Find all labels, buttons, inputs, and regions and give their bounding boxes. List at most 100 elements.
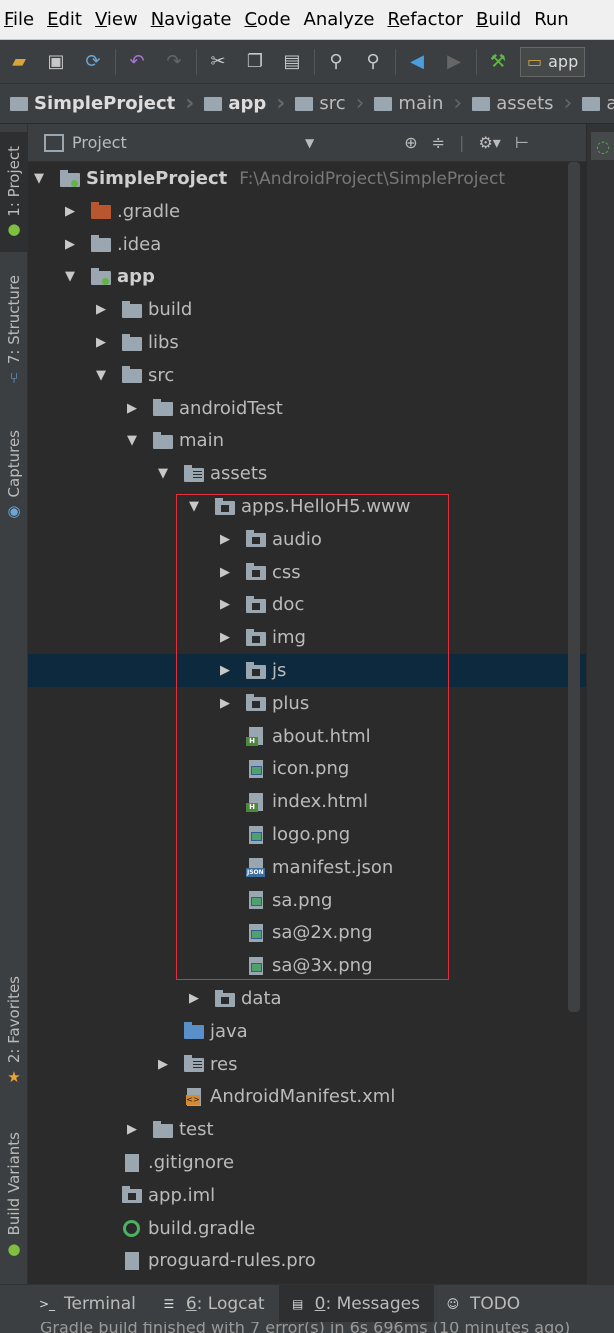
expand-arrow-down-icon[interactable]: ▼ <box>32 171 46 186</box>
paste-icon[interactable]: ▤ <box>277 47 307 77</box>
tree-row[interactable]: ▶ css <box>28 556 568 589</box>
expand-arrow-right-icon[interactable]: ▶ <box>187 991 201 1006</box>
tab-project[interactable]: 1: Project ● <box>0 132 28 252</box>
expand-arrow-right-icon[interactable]: ▶ <box>218 532 232 547</box>
expand-arrow-right-icon[interactable]: ▶ <box>156 1057 170 1072</box>
tree-row[interactable]: ▶ doc <box>28 588 568 621</box>
scroll-from-source-icon[interactable]: ⊕ <box>404 133 417 152</box>
tree-row[interactable]: ▶sa.png <box>28 884 568 917</box>
expand-arrow-right-icon[interactable]: ▶ <box>218 696 232 711</box>
tree-row[interactable]: ▶app.iml <box>28 1179 568 1212</box>
tree-row[interactable]: ▼ assets <box>28 457 568 490</box>
tree-row[interactable]: ▶ audio <box>28 523 568 556</box>
open-folder-icon[interactable]: ▰ <box>4 47 34 77</box>
expand-arrow-right-icon[interactable]: ▶ <box>218 597 232 612</box>
tree-row[interactable]: ▶logo.png <box>28 818 568 851</box>
menu-item[interactable]: Run <box>530 9 578 30</box>
breadcrumb-item[interactable]: app <box>572 93 614 114</box>
tree-row[interactable]: ▼ app <box>28 260 568 293</box>
expand-arrow-right-icon[interactable]: ▶ <box>125 1122 139 1137</box>
menu-item[interactable]: View <box>91 9 147 30</box>
tree-row[interactable]: ▼ SimpleProject F:\AndroidProject\SimplePr… <box>28 162 568 195</box>
tab-build-variants[interactable]: Build Variants ● <box>0 1120 28 1270</box>
breadcrumb-item[interactable]: app › <box>194 91 285 116</box>
tree-row[interactable]: ▶ .idea <box>28 228 568 261</box>
tree-row[interactable]: ▶ androidTest <box>28 392 568 425</box>
menu-item[interactable]: Refactor <box>383 9 472 30</box>
make-project-icon[interactable]: ⚒ <box>483 47 513 77</box>
breadcrumb-item[interactable]: SimpleProject › <box>0 91 194 116</box>
expand-arrow-right-icon[interactable]: ▶ <box>218 630 232 645</box>
forward-icon[interactable]: ▶ <box>439 47 469 77</box>
bottom-tab[interactable]: ▤ 0: Messages <box>278 1284 434 1323</box>
bottom-tab[interactable]: ☰ 6: Logcat <box>150 1285 279 1323</box>
tree-row[interactable]: ▶ plus <box>28 687 568 720</box>
tab-structure[interactable]: 7: Structure ⑂ <box>0 266 28 396</box>
expand-arrow-down-icon[interactable]: ▼ <box>94 368 108 383</box>
tree-row[interactable]: ▶Hindex.html <box>28 785 568 818</box>
undo-icon[interactable]: ↶ <box>122 47 152 77</box>
tree-row[interactable]: ▶JSONmanifest.json <box>28 851 568 884</box>
tree-row[interactable]: ▶ res <box>28 1048 568 1081</box>
replace-icon[interactable]: ⚲ <box>358 47 388 77</box>
chevron-down-icon[interactable]: ▼ <box>305 136 314 150</box>
run-configuration-selector[interactable]: ▭ app <box>520 46 586 77</box>
expand-arrow-right-icon[interactable]: ▶ <box>63 237 77 252</box>
project-view-selector[interactable]: Project <box>72 133 272 152</box>
tab-captures[interactable]: Captures ◉ <box>0 420 28 530</box>
tree-row[interactable]: ▶ .gradle <box>28 195 568 228</box>
expand-arrow-right-icon[interactable]: ▶ <box>218 565 232 580</box>
tree-row[interactable]: ▶<>AndroidManifest.xml <box>28 1080 568 1113</box>
tree-row[interactable]: ▼ src <box>28 359 568 392</box>
menu-item[interactable]: Build <box>472 9 530 30</box>
tree-row[interactable]: ▶sa@2x.png <box>28 916 568 949</box>
tree-row[interactable]: ▶proguard-rules.pro <box>28 1244 568 1277</box>
tree-row[interactable]: ▶build.gradle <box>28 1212 568 1245</box>
expand-arrow-right-icon[interactable]: ▶ <box>125 401 139 416</box>
tree-row[interactable]: ▶ js <box>28 654 586 687</box>
tree-row[interactable]: ▶icon.png <box>28 752 568 785</box>
sync-icon[interactable]: ⟳ <box>78 47 108 77</box>
expand-arrow-right-icon[interactable]: ▶ <box>94 302 108 317</box>
redo-icon[interactable]: ↷ <box>159 47 189 77</box>
bottom-tab[interactable]: ☺ TODO <box>434 1285 534 1323</box>
copy-icon[interactable]: ❐ <box>240 47 270 77</box>
expand-arrow-right-icon[interactable]: ▶ <box>218 663 232 678</box>
tab-favorites[interactable]: 2: Favorites ★ <box>0 966 28 1096</box>
editor-tab-gradle-icon[interactable]: ◌ <box>591 132 614 160</box>
breadcrumb-item[interactable]: main › <box>364 91 462 116</box>
menu-item[interactable]: Analyze <box>300 9 384 30</box>
menu-item[interactable]: Navigate <box>147 9 241 30</box>
tree-row[interactable]: ▶ build <box>28 293 568 326</box>
tree-row[interactable]: ▶ libs <box>28 326 568 359</box>
find-icon[interactable]: ⚲ <box>321 47 351 77</box>
expand-arrow-right-icon[interactable]: ▶ <box>63 204 77 219</box>
tree-row[interactable]: ▶.gitignore <box>28 1146 568 1179</box>
breadcrumb-item[interactable]: assets › <box>462 91 572 116</box>
expand-arrow-down-icon[interactable]: ▼ <box>63 269 77 284</box>
expand-arrow-right-icon[interactable]: ▶ <box>94 335 108 350</box>
hide-panel-icon[interactable]: ⊢ <box>515 133 529 152</box>
tree-row[interactable]: ▼ apps.HelloH5.www <box>28 490 568 523</box>
tree-row[interactable]: ▶sa@3x.png <box>28 949 568 982</box>
gear-icon[interactable]: ⚙▾ <box>478 133 500 152</box>
menu-item[interactable]: File <box>0 9 43 30</box>
tree-row[interactable]: ▶Habout.html <box>28 720 568 753</box>
back-icon[interactable]: ◀ <box>402 47 432 77</box>
menu-item[interactable]: Edit <box>43 9 91 30</box>
cut-icon[interactable]: ✂ <box>203 47 233 77</box>
expand-arrow-down-icon[interactable]: ▼ <box>125 433 139 448</box>
expand-arrow-down-icon[interactable]: ▼ <box>156 466 170 481</box>
tree-row[interactable]: ▼ main <box>28 424 568 457</box>
tree-row[interactable]: ▶ img <box>28 621 568 654</box>
breadcrumb-item[interactable]: src › <box>285 91 364 116</box>
expand-arrow-down-icon[interactable]: ▼ <box>187 499 201 514</box>
tree-scrollbar[interactable] <box>568 162 580 1012</box>
tree-row[interactable]: ▶ test <box>28 1113 568 1146</box>
save-icon[interactable]: ▣ <box>41 47 71 77</box>
tree-row[interactable]: ▶ data <box>28 982 568 1015</box>
bottom-tab[interactable]: >_ Terminal <box>28 1285 150 1323</box>
tree-row[interactable]: ▶java <box>28 1015 568 1048</box>
menu-item[interactable]: Code <box>240 9 299 30</box>
collapse-all-icon[interactable]: ≑ <box>432 133 445 152</box>
